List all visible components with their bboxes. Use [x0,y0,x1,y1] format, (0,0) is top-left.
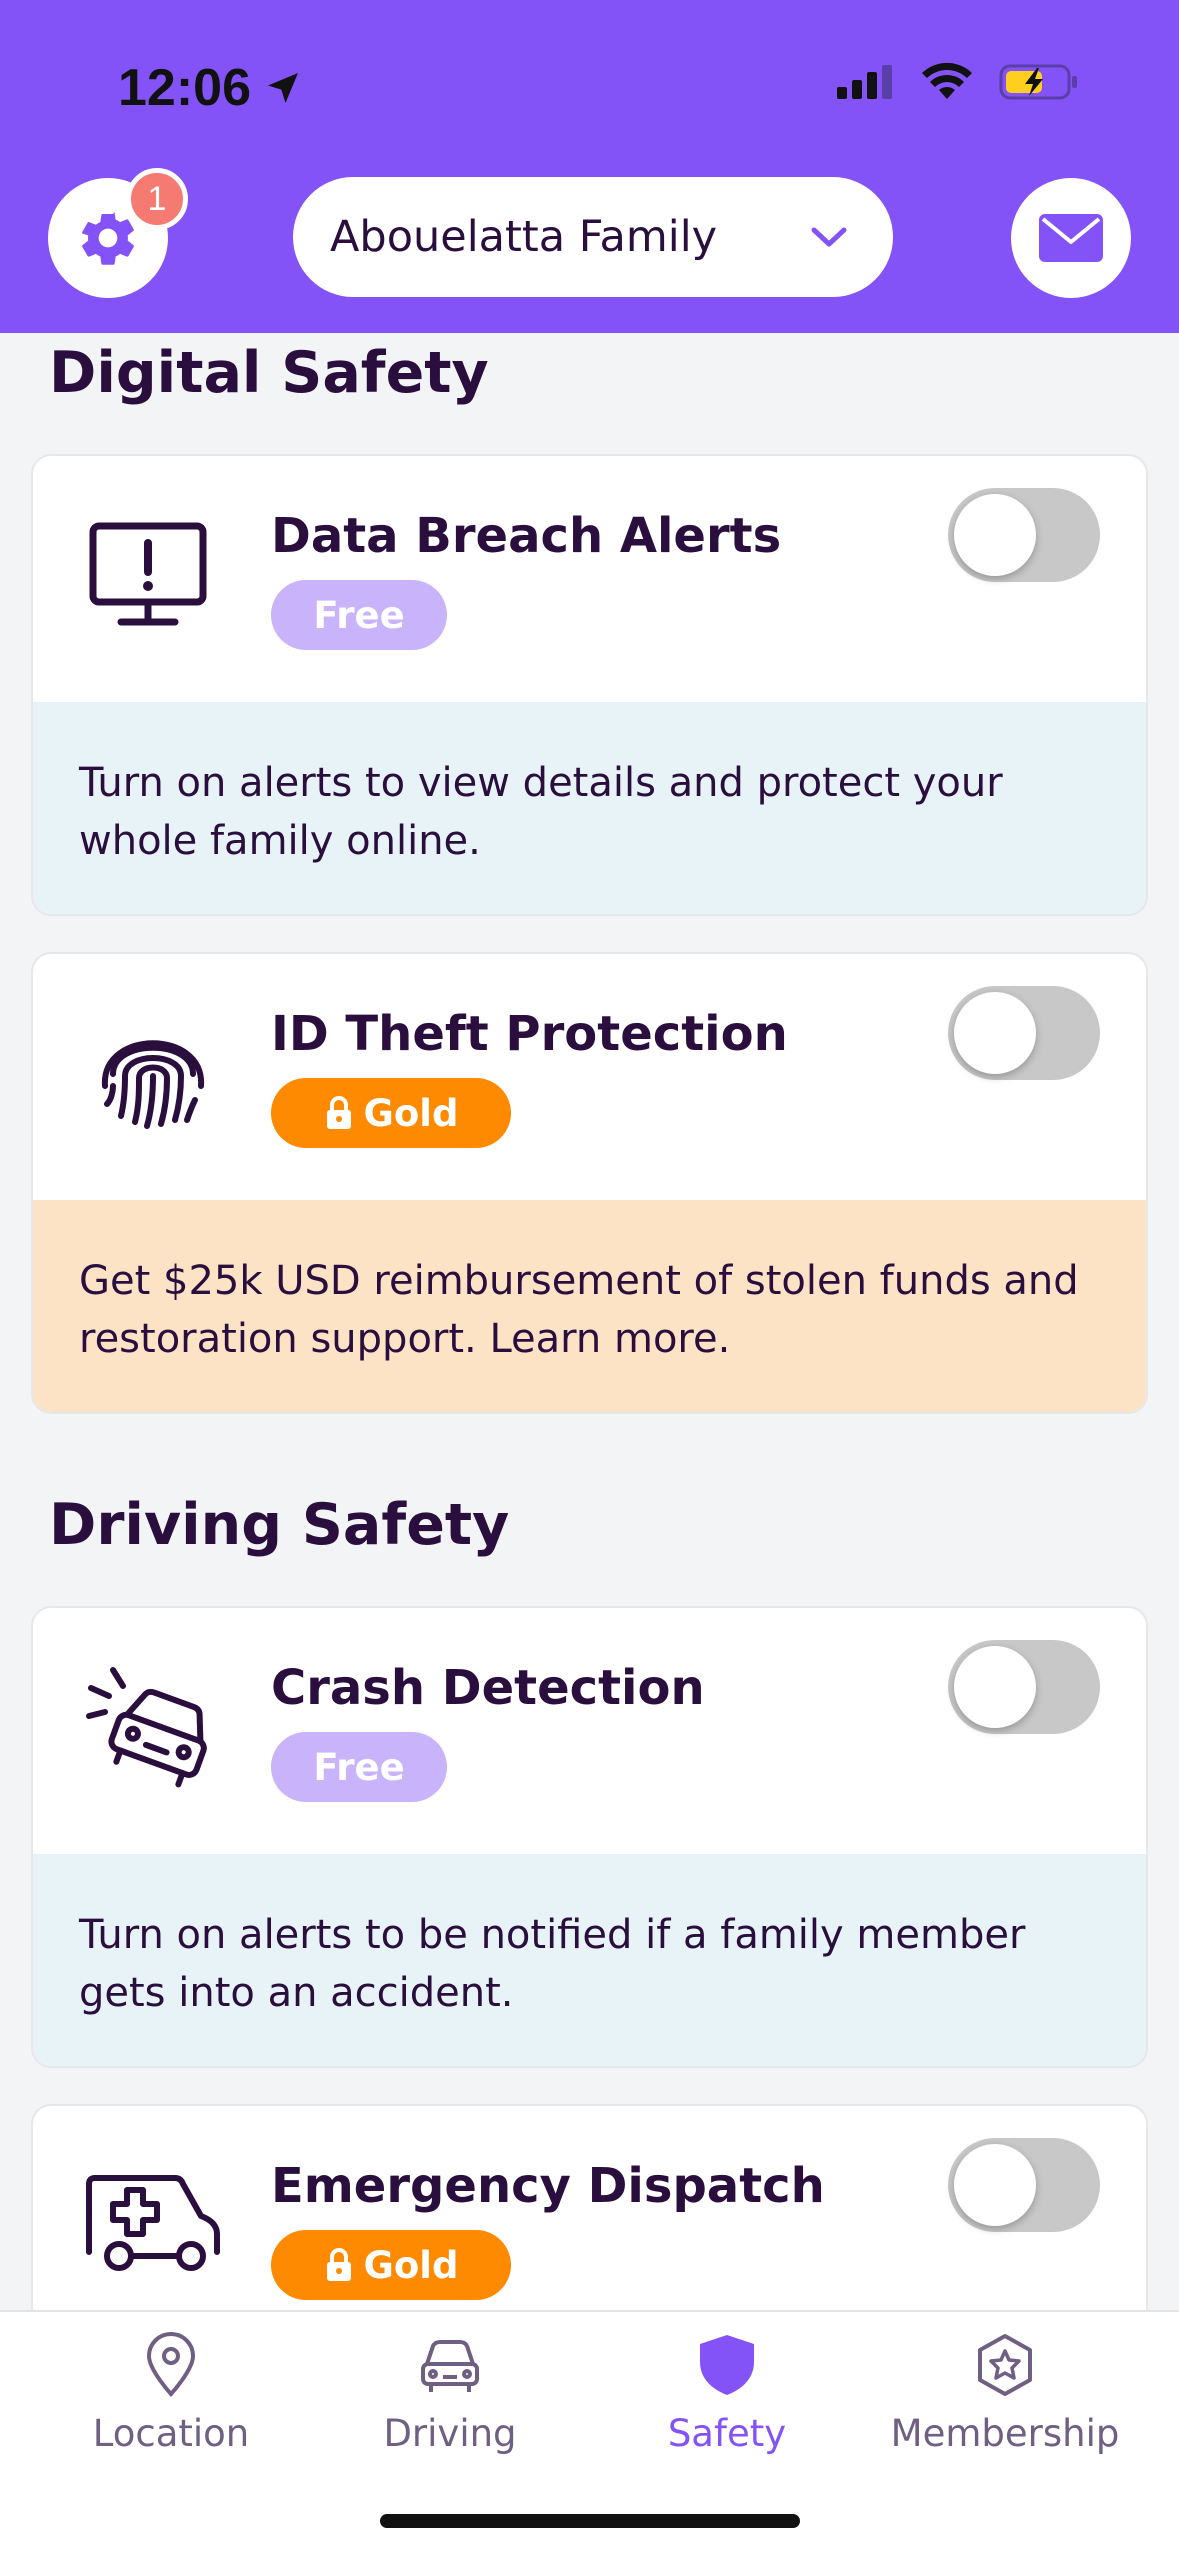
tab-label: Safety [667,2412,787,2455]
lock-icon [326,1096,351,1129]
lock-icon [326,2248,351,2281]
shield-icon [700,2335,754,2395]
wifi-icon [922,63,972,99]
envelope-icon [1039,214,1103,262]
car-crash-icon [86,1667,207,1788]
data-breach-alerts-toggle[interactable] [948,488,1100,582]
monitor-alert-icon [89,522,207,626]
status-bar-time: 12:06 [118,58,303,118]
card-crash-detection: Crash Detection Free Turn on alerts to b… [31,1606,1148,2068]
badge-label: Free [313,593,405,637]
emergency-dispatch-toggle[interactable] [948,2138,1100,2232]
tab-location[interactable]: Location [36,2332,306,2455]
badge-label: Gold [363,2243,459,2287]
toggle-knob [954,2144,1036,2226]
signal-icon [837,65,892,99]
family-selector-dropdown[interactable]: Abouelatta Family [293,177,893,297]
gold-badge: Gold [271,2230,511,2300]
free-badge: Free [271,1732,447,1802]
card-title: Emergency Dispatch [271,2158,825,2214]
location-pin-icon [146,2332,196,2397]
car-icon [421,2340,479,2392]
location-arrow-icon [268,73,298,103]
id-theft-protection-toggle[interactable] [948,986,1100,1080]
battery-charging-icon [999,64,1077,100]
tab-safety[interactable]: Safety [592,2332,862,2455]
gold-badge: Gold [271,1078,511,1148]
toggle-knob [954,494,1036,576]
messages-button[interactable] [1011,178,1131,298]
card-title: Crash Detection [271,1660,705,1716]
tab-label: Driving [383,2412,517,2455]
status-icons [837,62,1079,102]
star-badge-icon [978,2334,1032,2396]
card-description: Turn on alerts to be notified if a famil… [33,1854,1146,2066]
card-title: ID Theft Protection [271,1006,788,1062]
app-header: 12:06 1 Abouelatta Family [0,0,1179,333]
toggle-knob [954,1646,1036,1728]
home-indicator[interactable] [380,2514,800,2528]
card-description-learn-more[interactable]: Get $25k USD reimbursement of stolen fun… [33,1200,1146,1412]
badge-label: Gold [363,1091,459,1135]
badge-label: Free [313,1745,405,1789]
tab-label: Membership [890,2412,1120,2455]
ambulance-icon [86,2175,220,2271]
tab-driving[interactable]: Driving [315,2332,585,2455]
tab-label: Location [92,2412,250,2455]
free-badge: Free [271,580,447,650]
section-title-driving-safety: Driving Safety [49,1492,510,1558]
card-description: Turn on alerts to view details and prote… [33,702,1146,914]
notification-badge: 1 [126,168,188,230]
card-id-theft-protection: ID Theft Protection Gold Get $25k USD re… [31,952,1148,1414]
card-title: Data Breach Alerts [271,508,782,564]
crash-detection-toggle[interactable] [948,1640,1100,1734]
chevron-down-icon [811,227,847,247]
section-title-digital-safety: Digital Safety [49,340,489,406]
fingerprint-icon [101,1040,205,1129]
family-name-label: Abouelatta Family [330,212,718,262]
card-data-breach-alerts: Data Breach Alerts Free Turn on alerts t… [31,454,1148,916]
tab-membership[interactable]: Membership [870,2332,1140,2455]
time-text: 12:06 [118,59,251,117]
toggle-knob [954,992,1036,1074]
